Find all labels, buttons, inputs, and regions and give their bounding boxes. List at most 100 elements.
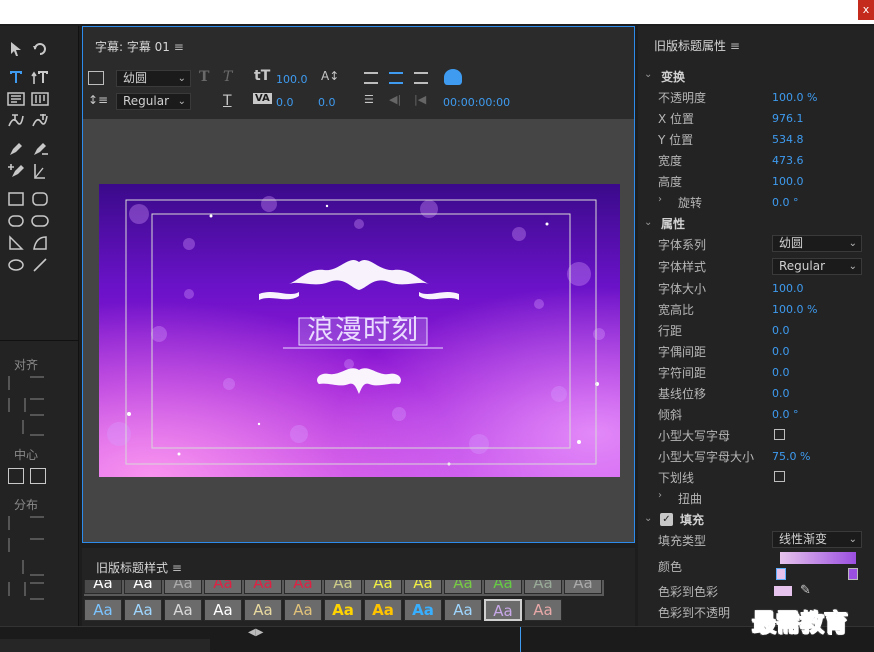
align-center-text-icon[interactable] bbox=[389, 72, 403, 84]
slant-value[interactable]: 0.0 ° bbox=[772, 408, 799, 421]
rounded-corner-tool-icon[interactable] bbox=[30, 212, 50, 230]
opacity-value[interactable]: 100.0 % bbox=[772, 91, 817, 104]
smallcaps-size-value[interactable]: 75.0 % bbox=[772, 450, 810, 463]
close-button[interactable]: x bbox=[858, 0, 874, 20]
style-swatch[interactable]: Aa bbox=[404, 580, 442, 594]
distribute-spacing-v-icon[interactable] bbox=[30, 582, 44, 600]
smallcaps-checkbox[interactable] bbox=[774, 429, 785, 440]
style-swatch[interactable]: Aa bbox=[244, 580, 282, 594]
center-horizontal-icon[interactable] bbox=[8, 468, 24, 484]
prev-frame-icon[interactable]: ◀| bbox=[389, 93, 401, 106]
x-position-value[interactable]: 976.1 bbox=[772, 112, 804, 125]
align-center-v-icon[interactable] bbox=[30, 398, 44, 416]
bold-icon[interactable]: T bbox=[199, 69, 209, 85]
gradient-end-stop[interactable] bbox=[848, 568, 858, 580]
align-center-h-icon[interactable] bbox=[8, 398, 26, 412]
styles-menu-icon[interactable]: ≡ bbox=[172, 561, 182, 575]
tracking-value[interactable]: 0.0 bbox=[772, 366, 790, 379]
font-style-dropdown[interactable]: Regular ⌄ bbox=[772, 258, 862, 275]
next-frame-icon[interactable]: |◀ bbox=[414, 93, 426, 106]
panel-menu-icon[interactable]: ≡ bbox=[174, 40, 184, 54]
align-bottom-icon[interactable] bbox=[30, 420, 44, 436]
properties-section-header[interactable]: 属性 bbox=[661, 215, 685, 232]
color-to-color-swatch[interactable] bbox=[774, 586, 792, 596]
tracking-icon[interactable]: ☰ bbox=[364, 93, 374, 106]
eyedropper-icon[interactable]: ✎ bbox=[800, 583, 811, 598]
style-swatch[interactable]: Aa bbox=[164, 580, 202, 594]
line-tool-icon[interactable] bbox=[30, 256, 50, 274]
style-swatch[interactable]: Aa bbox=[524, 580, 562, 594]
distribute-right-icon[interactable] bbox=[8, 560, 24, 574]
font-size-value[interactable]: 100.0 bbox=[772, 282, 804, 295]
properties-menu-icon[interactable]: ≡ bbox=[730, 39, 740, 53]
gradient-ramp[interactable] bbox=[780, 552, 856, 564]
vertical-path-type-tool-icon[interactable] bbox=[30, 112, 50, 130]
add-anchor-tool-icon[interactable] bbox=[6, 162, 26, 180]
style-swatch[interactable]: Aa bbox=[484, 580, 522, 594]
playhead[interactable] bbox=[520, 627, 521, 652]
style-swatch[interactable]: Aa bbox=[124, 580, 162, 594]
fill-checkbox[interactable]: ✓ bbox=[660, 513, 673, 526]
font-style-dropdown[interactable]: Regular ⌄ bbox=[116, 93, 191, 110]
fill-section-header[interactable]: 填充 bbox=[680, 511, 704, 528]
distribute-center-h-icon[interactable] bbox=[8, 538, 24, 552]
align-top-icon[interactable] bbox=[30, 376, 44, 392]
distribute-spacing-h-icon[interactable] bbox=[8, 582, 26, 596]
align-left-icon[interactable] bbox=[8, 376, 24, 390]
timecode-display[interactable]: 00:00:00:00 bbox=[443, 96, 510, 109]
chevron-down-icon[interactable]: ⌄ bbox=[644, 513, 652, 524]
style-swatch[interactable]: Aa bbox=[164, 599, 202, 621]
distort-label[interactable]: 扭曲 bbox=[678, 490, 702, 507]
style-swatch[interactable]: Aa bbox=[404, 599, 442, 621]
delete-anchor-tool-icon[interactable] bbox=[30, 140, 50, 158]
chevron-down-icon[interactable]: ⌄ bbox=[644, 217, 652, 228]
wedge-tool-icon[interactable] bbox=[6, 234, 26, 252]
gradient-start-stop[interactable] bbox=[776, 568, 786, 580]
style-swatch[interactable]: Aa bbox=[364, 580, 402, 594]
italic-icon[interactable]: T bbox=[223, 69, 232, 85]
roll-crawl-icon[interactable] bbox=[444, 69, 462, 85]
fill-type-dropdown[interactable]: 线性渐变 ⌄ bbox=[772, 531, 862, 548]
distribute-bottom-icon[interactable] bbox=[30, 560, 44, 576]
vertical-area-type-tool-icon[interactable] bbox=[30, 90, 50, 108]
rotation-label[interactable]: 旋转 bbox=[678, 194, 702, 211]
baseline-value[interactable]: 0.0 bbox=[772, 387, 790, 400]
transform-section-header[interactable]: 变换 bbox=[661, 68, 685, 85]
style-swatch[interactable]: Aa bbox=[284, 599, 322, 621]
style-swatch-selected[interactable]: Aa bbox=[484, 599, 522, 621]
distribute-center-v-icon[interactable] bbox=[30, 538, 44, 554]
style-swatch[interactable]: Aa bbox=[324, 580, 362, 594]
underline-checkbox[interactable] bbox=[774, 471, 785, 482]
path-type-tool-icon[interactable] bbox=[6, 112, 26, 130]
leading-value[interactable]: 0.0 bbox=[318, 96, 336, 109]
clipped-rectangle-tool-icon[interactable] bbox=[6, 212, 26, 230]
vertical-type-tool-icon[interactable] bbox=[30, 68, 50, 86]
rectangle-tool-icon[interactable] bbox=[6, 190, 26, 208]
style-swatch[interactable]: Aa bbox=[84, 599, 122, 621]
rotation-value[interactable]: 0.0 ° bbox=[772, 196, 799, 209]
height-value[interactable]: 100.0 bbox=[772, 175, 804, 188]
tab-stops-icon[interactable]: ↕≡ bbox=[88, 93, 108, 107]
area-type-tool-icon[interactable] bbox=[6, 90, 26, 108]
arc-tool-icon[interactable] bbox=[30, 234, 50, 252]
style-swatch[interactable]: Aa bbox=[564, 580, 602, 594]
style-swatch[interactable]: Aa bbox=[244, 599, 282, 621]
ellipse-tool-icon[interactable] bbox=[6, 256, 26, 274]
timeline-handle-icon[interactable]: ◀▶ bbox=[248, 627, 263, 638]
pen-tool-icon[interactable] bbox=[6, 140, 26, 158]
rotation-tool-icon[interactable] bbox=[30, 40, 50, 58]
center-vertical-icon[interactable] bbox=[30, 468, 46, 484]
style-swatch[interactable]: Aa bbox=[364, 599, 402, 621]
style-swatch[interactable]: Aa bbox=[444, 580, 482, 594]
style-swatch[interactable]: Aa bbox=[284, 580, 322, 594]
y-position-value[interactable]: 534.8 bbox=[772, 133, 804, 146]
style-swatch[interactable]: Aa bbox=[524, 599, 562, 621]
selection-tool-icon[interactable] bbox=[6, 40, 26, 58]
width-value[interactable]: 473.6 bbox=[772, 154, 804, 167]
chevron-right-icon[interactable]: › bbox=[658, 490, 662, 501]
style-swatch[interactable]: Aa bbox=[324, 599, 362, 621]
chevron-right-icon[interactable]: › bbox=[658, 194, 662, 205]
font-size-value[interactable]: 100.0 bbox=[276, 73, 308, 86]
aspect-value[interactable]: 100.0 % bbox=[772, 303, 817, 316]
canvas-title-text[interactable]: 浪漫时刻 bbox=[299, 314, 427, 348]
